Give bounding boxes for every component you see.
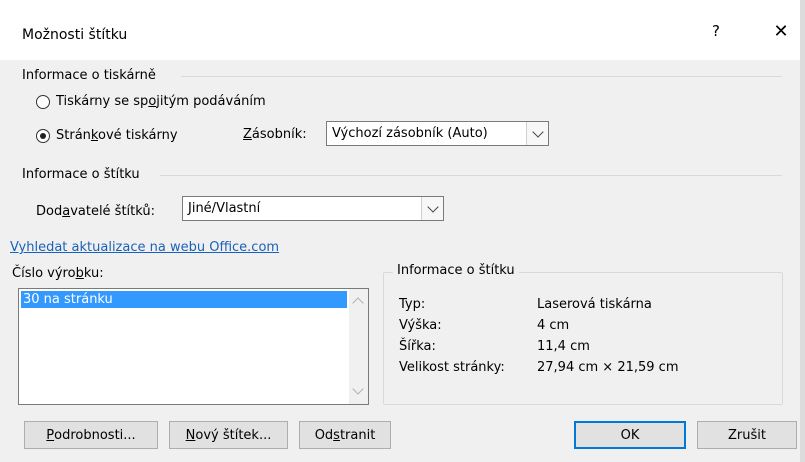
office-update-link[interactable]: Vyhledat aktualizace na webu Office.com	[10, 240, 279, 255]
detail-value: 27,94 cm × 21,59 cm	[537, 360, 679, 375]
cancel-button[interactable]: Zrušit	[697, 421, 797, 449]
label-info-group-label: Informace o štítku	[22, 167, 140, 182]
vertical-scrollbar[interactable]	[349, 289, 368, 404]
continuous-feed-radio[interactable]: Tiskárny se spojitým podáváním	[36, 94, 266, 109]
delete-button[interactable]: Od s tranit	[299, 421, 391, 449]
ok-button[interactable]: OK	[574, 421, 686, 449]
detail-key: Šířka:	[399, 339, 436, 354]
group-divider	[181, 76, 782, 77]
radio-circle[interactable]	[36, 94, 50, 109]
printer-info-group-label: Informace o tiskárně	[22, 68, 156, 83]
detail-key: Typ:	[399, 297, 426, 312]
label-options-dialog: Možnosti štítku ? ✕ Informace o tiskárně…	[0, 0, 805, 462]
detail-value: 4 cm	[537, 318, 570, 333]
list-item[interactable]: 30 na stránku	[21, 291, 347, 308]
chevron-down-icon[interactable]	[526, 122, 548, 145]
page-printers-radio[interactable]: Stránkové tiskárny	[36, 128, 178, 143]
background-window-edge	[800, 0, 805, 462]
tray-select[interactable]: Výchozí zásobník (Auto)	[326, 121, 549, 146]
vendor-select[interactable]: Jiné/Vlastní	[182, 196, 444, 221]
detail-key: Výška:	[399, 318, 442, 333]
continuous-feed-label: Tiskárny se spojitým podáváním	[56, 94, 266, 109]
scroll-up-icon[interactable]	[352, 297, 364, 309]
radio-circle-checked[interactable]	[36, 128, 50, 143]
vendor-select-value: Jiné/Vlastní	[188, 201, 261, 216]
product-number-list[interactable]: 30 na stránku	[18, 288, 369, 405]
dialog-title: Možnosti štítku	[22, 27, 128, 43]
group-divider	[160, 175, 782, 176]
detail-value: 11,4 cm	[537, 339, 590, 354]
detail-value: Laserová tiskárna	[537, 297, 652, 312]
dialog-body: Informace o tiskárně Tiskárny se spojitý…	[0, 60, 805, 462]
help-button[interactable]: ?	[706, 22, 726, 44]
page-printers-label: Stránkové tiskárny	[56, 128, 178, 143]
tray-select-value: Výchozí zásobník (Auto)	[332, 126, 488, 141]
scroll-down-icon[interactable]	[352, 383, 364, 395]
label-details-title: Informace o štítku	[393, 263, 519, 278]
new-label-button[interactable]: Nový štítek...	[169, 421, 288, 449]
details-button[interactable]: Podrobnosti...	[24, 421, 158, 449]
chevron-down-icon[interactable]	[421, 197, 443, 220]
tray-label: Zásobník:	[243, 127, 307, 142]
vendor-label: Dodavatelé štítků:	[36, 204, 156, 219]
detail-key: Velikost stránky:	[399, 360, 505, 375]
product-number-label: Číslo výrobku:	[12, 266, 104, 281]
title-bar: Možnosti štítku ? ✕	[0, 0, 805, 60]
close-icon[interactable]: ✕	[769, 21, 793, 45]
